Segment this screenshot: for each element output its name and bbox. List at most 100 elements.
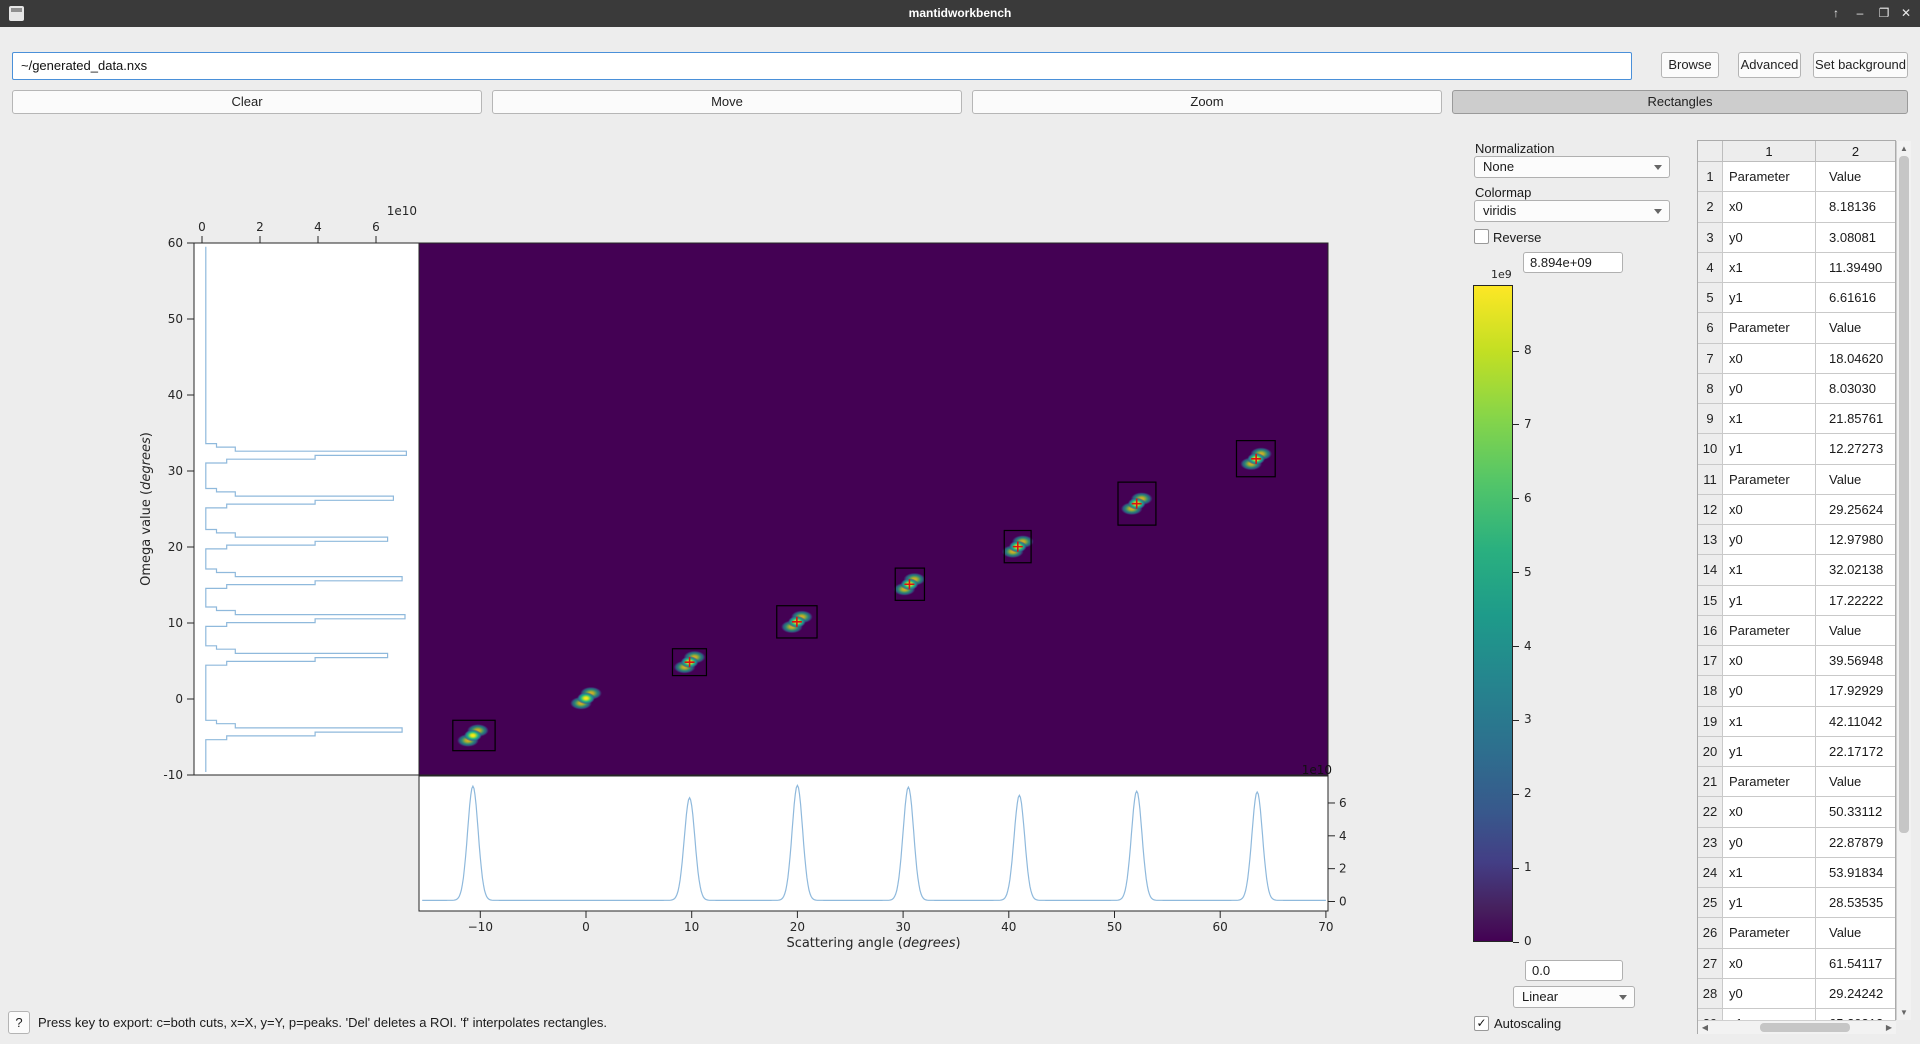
table-row[interactable]: 3y03.08081	[1698, 223, 1895, 253]
table-row[interactable]: 27x061.54117	[1698, 949, 1895, 979]
advanced-button[interactable]: Advanced	[1738, 52, 1801, 78]
parameter-cell[interactable]: Parameter	[1723, 616, 1816, 646]
value-cell[interactable]: 11.39490	[1816, 253, 1895, 283]
parameter-cell[interactable]: y1	[1723, 586, 1816, 616]
value-cell[interactable]: 21.85761	[1816, 404, 1895, 434]
table-row[interactable]: 21ParameterValue	[1698, 767, 1895, 797]
minimize-icon[interactable]: –	[1848, 0, 1872, 27]
value-cell[interactable]: 32.02138	[1816, 555, 1895, 585]
table-row[interactable]: 17x039.56948	[1698, 646, 1895, 676]
tool-button-move[interactable]: Move	[492, 90, 962, 114]
value-cell[interactable]: Value	[1816, 767, 1895, 797]
parameter-table[interactable]: 121ParameterValue2x08.181363y03.080814x1…	[1697, 140, 1896, 1034]
parameter-cell[interactable]: Parameter	[1723, 767, 1816, 797]
parameter-cell[interactable]: x0	[1723, 797, 1816, 827]
table-row[interactable]: 18y017.92929	[1698, 676, 1895, 706]
value-cell[interactable]: 12.27273	[1816, 434, 1895, 464]
parameter-cell[interactable]: y0	[1723, 828, 1816, 858]
table-row[interactable]: 22x050.33112	[1698, 797, 1895, 827]
colorbar-max-input[interactable]: 8.894e+09	[1523, 252, 1623, 273]
scale-combobox[interactable]: Linear	[1513, 986, 1635, 1008]
roi-rectangle[interactable]	[1236, 441, 1275, 477]
file-path-input[interactable]: ~/generated_data.nxs	[12, 52, 1632, 80]
table-row[interactable]: 19x142.11042	[1698, 707, 1895, 737]
parameter-cell[interactable]: x1	[1723, 555, 1816, 585]
table-row[interactable]: 13y012.97980	[1698, 525, 1895, 555]
value-cell[interactable]: 17.92929	[1816, 676, 1895, 706]
parameter-cell[interactable]: Parameter	[1723, 918, 1816, 948]
reverse-checkbox[interactable]	[1474, 229, 1489, 244]
value-cell[interactable]: 53.91834	[1816, 858, 1895, 888]
table-row[interactable]: 1ParameterValue	[1698, 162, 1895, 192]
parameter-cell[interactable]: y0	[1723, 525, 1816, 555]
parameter-cell[interactable]: Parameter	[1723, 162, 1816, 192]
scroll-left-icon[interactable]: ◀	[1698, 1023, 1712, 1032]
table-vertical-scrollbar[interactable]: ▲ ▼	[1896, 141, 1911, 1020]
value-cell[interactable]: 50.33112	[1816, 797, 1895, 827]
value-cell[interactable]: Value	[1816, 918, 1895, 948]
value-cell[interactable]: 17.22222	[1816, 586, 1895, 616]
table-row[interactable]: 5y16.61616	[1698, 283, 1895, 313]
scroll-right-icon[interactable]: ▶	[1882, 1023, 1896, 1032]
value-cell[interactable]: 61.54117	[1816, 949, 1895, 979]
parameter-cell[interactable]: Parameter	[1723, 313, 1816, 343]
parameter-cell[interactable]: y1	[1723, 888, 1816, 918]
normalization-combobox[interactable]: None	[1474, 156, 1670, 178]
table-column-header[interactable]: 1	[1723, 141, 1816, 162]
table-row[interactable]: 23y022.87879	[1698, 828, 1895, 858]
parameter-cell[interactable]: x1	[1723, 858, 1816, 888]
parameter-cell[interactable]: x0	[1723, 192, 1816, 222]
table-row[interactable]: 15y117.22222	[1698, 586, 1895, 616]
table-row[interactable]: 14x132.02138	[1698, 555, 1895, 585]
horizontal-scroll-thumb[interactable]	[1760, 1023, 1850, 1032]
parameter-cell[interactable]: y1	[1723, 283, 1816, 313]
close-icon[interactable]: ✕	[1894, 0, 1918, 27]
roi-rectangle[interactable]	[1004, 530, 1031, 562]
value-cell[interactable]: 42.11042	[1816, 707, 1895, 737]
colorbar-min-input[interactable]: 0.0	[1525, 960, 1623, 981]
colormap-combobox[interactable]: viridis	[1474, 200, 1670, 222]
parameter-cell[interactable]: Parameter	[1723, 465, 1816, 495]
value-cell[interactable]: 18.04620	[1816, 344, 1895, 374]
scroll-up-icon[interactable]: ▲	[1897, 144, 1911, 153]
tool-button-rectangles[interactable]: Rectangles	[1452, 90, 1908, 114]
table-row[interactable]: 24x153.91834	[1698, 858, 1895, 888]
parameter-cell[interactable]: y0	[1723, 676, 1816, 706]
value-cell[interactable]: 22.87879	[1816, 828, 1895, 858]
parameter-cell[interactable]: y1	[1723, 434, 1816, 464]
parameter-cell[interactable]: x0	[1723, 949, 1816, 979]
value-cell[interactable]: Value	[1816, 465, 1895, 495]
table-row[interactable]: 10y112.27273	[1698, 434, 1895, 464]
table-row[interactable]: 8y08.03030	[1698, 374, 1895, 404]
parameter-cell[interactable]: x0	[1723, 344, 1816, 374]
value-cell[interactable]: 6.61616	[1816, 283, 1895, 313]
parameter-cell[interactable]: y0	[1723, 979, 1816, 1009]
table-row[interactable]: 12x029.25624	[1698, 495, 1895, 525]
table-row[interactable]: 9x121.85761	[1698, 404, 1895, 434]
value-cell[interactable]: 28.53535	[1816, 888, 1895, 918]
parameter-cell[interactable]: x1	[1723, 707, 1816, 737]
value-cell[interactable]: 39.56948	[1816, 646, 1895, 676]
parameter-cell[interactable]: x1	[1723, 404, 1816, 434]
value-cell[interactable]: 8.03030	[1816, 374, 1895, 404]
table-row[interactable]: 6ParameterValue	[1698, 313, 1895, 343]
table-row[interactable]: 28y029.24242	[1698, 979, 1895, 1009]
value-cell[interactable]: Value	[1816, 616, 1895, 646]
roi-rectangle[interactable]	[453, 720, 495, 750]
parameter-cell[interactable]: y0	[1723, 374, 1816, 404]
parameter-cell[interactable]: x0	[1723, 495, 1816, 525]
value-cell[interactable]: 29.24242	[1816, 979, 1895, 1009]
table-corner-cell[interactable]	[1698, 141, 1723, 162]
parameter-cell[interactable]: x1	[1723, 253, 1816, 283]
maximize-icon[interactable]: ❐	[1872, 0, 1896, 27]
scroll-down-icon[interactable]: ▼	[1897, 1008, 1911, 1017]
table-horizontal-scrollbar[interactable]: ◀ ▶	[1698, 1020, 1896, 1034]
table-row[interactable]: 20y122.17172	[1698, 737, 1895, 767]
value-cell[interactable]: Value	[1816, 313, 1895, 343]
help-button[interactable]: ?	[8, 1011, 30, 1034]
keep-above-icon[interactable]: ↑	[1824, 0, 1848, 27]
table-row[interactable]: 2x08.18136	[1698, 192, 1895, 222]
browse-button[interactable]: Browse	[1661, 52, 1719, 78]
roi-rectangle[interactable]	[672, 649, 706, 676]
roi-rectangle[interactable]	[895, 568, 924, 600]
